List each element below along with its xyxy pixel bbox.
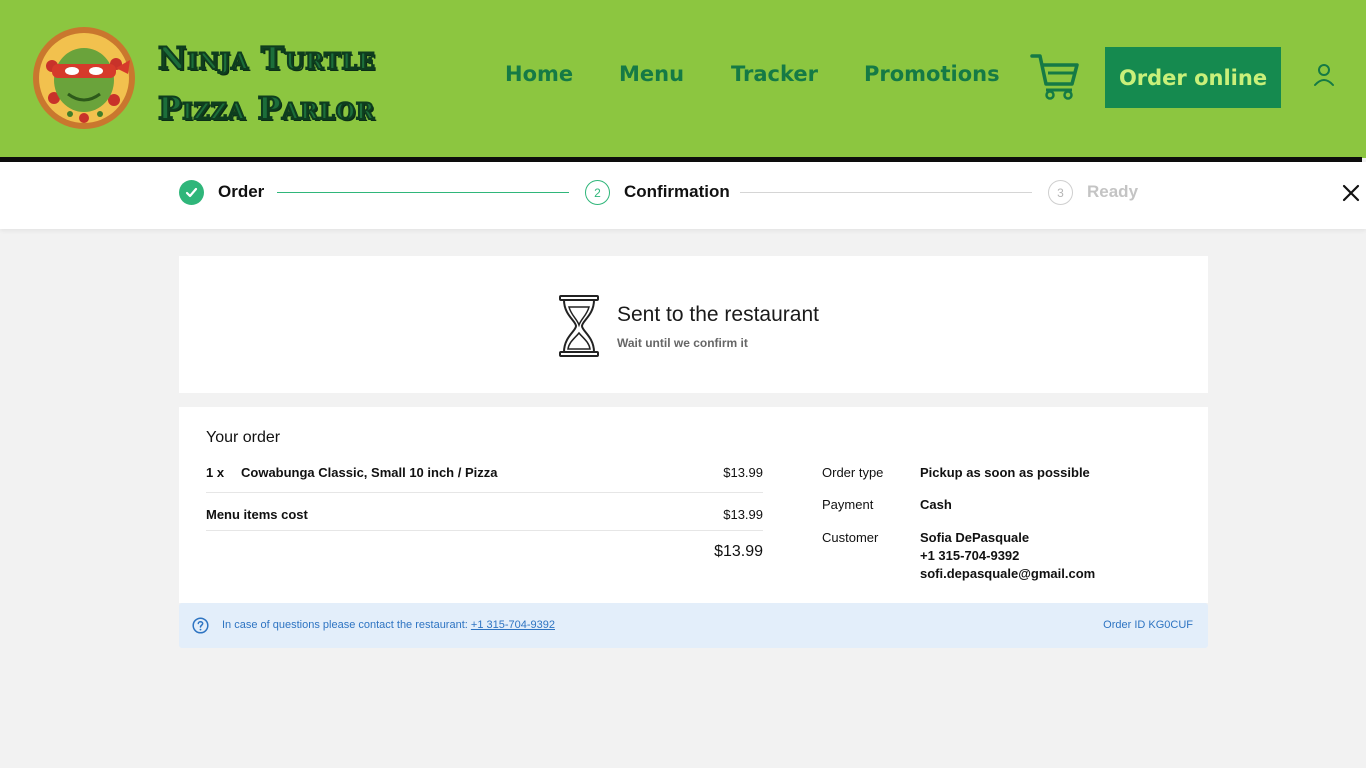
customer-phone: +1 315-704-9392 bbox=[920, 548, 1020, 563]
order-id: Order ID KG0CUF bbox=[1103, 619, 1193, 631]
step-confirmation-label: Confirmation bbox=[624, 182, 730, 201]
restaurant-phone-link[interactable]: +1 315-704-9392 bbox=[471, 619, 555, 631]
help-question-icon bbox=[192, 617, 209, 634]
order-total: $13.99 bbox=[714, 543, 763, 560]
brand-line-1: Ninja Turtle bbox=[157, 40, 376, 78]
step-connector-1 bbox=[277, 192, 569, 193]
step-order-check-icon bbox=[179, 180, 204, 205]
contact-message: In case of questions please contact the … bbox=[222, 619, 468, 631]
contact-text: In case of questions please contact the … bbox=[222, 619, 555, 631]
customer-label: Customer bbox=[822, 530, 879, 545]
step-order-label: Order bbox=[218, 182, 265, 201]
nav-home[interactable]: Home bbox=[505, 62, 573, 86]
step-ready-label: Ready bbox=[1087, 182, 1139, 201]
payment-label: Payment bbox=[822, 497, 874, 512]
divider bbox=[206, 530, 763, 531]
payment-value: Cash bbox=[920, 497, 952, 512]
customer-email: sofi.depasquale@gmail.com bbox=[920, 566, 1096, 581]
nav-menu[interactable]: Menu bbox=[619, 62, 684, 86]
menu-items-cost-value: $13.99 bbox=[723, 507, 763, 522]
order-item-qty: 1 x bbox=[206, 465, 225, 480]
your-order-heading: Your order bbox=[206, 429, 281, 446]
nav-tracker[interactable]: Tracker bbox=[731, 62, 818, 86]
close-icon[interactable] bbox=[1341, 183, 1361, 203]
order-item-price: $13.99 bbox=[723, 465, 763, 480]
status-title: Sent to the restaurant bbox=[617, 303, 819, 326]
brand-name[interactable]: Ninja Turtle Pizza Parlor bbox=[157, 34, 376, 134]
menu-items-cost-label: Menu items cost bbox=[206, 507, 308, 522]
order-online-button[interactable]: Order online bbox=[1105, 47, 1281, 108]
order-item-name: Cowabunga Classic, Small 10 inch / Pizza bbox=[241, 465, 498, 480]
user-account-icon[interactable] bbox=[1312, 63, 1336, 87]
cart-icon[interactable] bbox=[1030, 52, 1080, 100]
step-connector-2 bbox=[740, 192, 1032, 193]
divider bbox=[206, 492, 763, 493]
hourglass-icon bbox=[558, 295, 600, 358]
step-confirmation-number: 2 bbox=[585, 180, 610, 205]
customer-name: Sofia DePasquale bbox=[920, 530, 1030, 545]
order-type-label: Order type bbox=[822, 465, 884, 480]
logo-turtle-pizza-icon[interactable] bbox=[30, 26, 138, 130]
nav-promotions[interactable]: Promotions bbox=[864, 62, 1000, 86]
step-ready-number: 3 bbox=[1048, 180, 1073, 205]
order-type-value: Pickup as soon as possible bbox=[920, 465, 1090, 480]
status-subtitle: Wait until we confirm it bbox=[617, 336, 748, 350]
brand-line-2: Pizza Parlor bbox=[157, 90, 376, 128]
